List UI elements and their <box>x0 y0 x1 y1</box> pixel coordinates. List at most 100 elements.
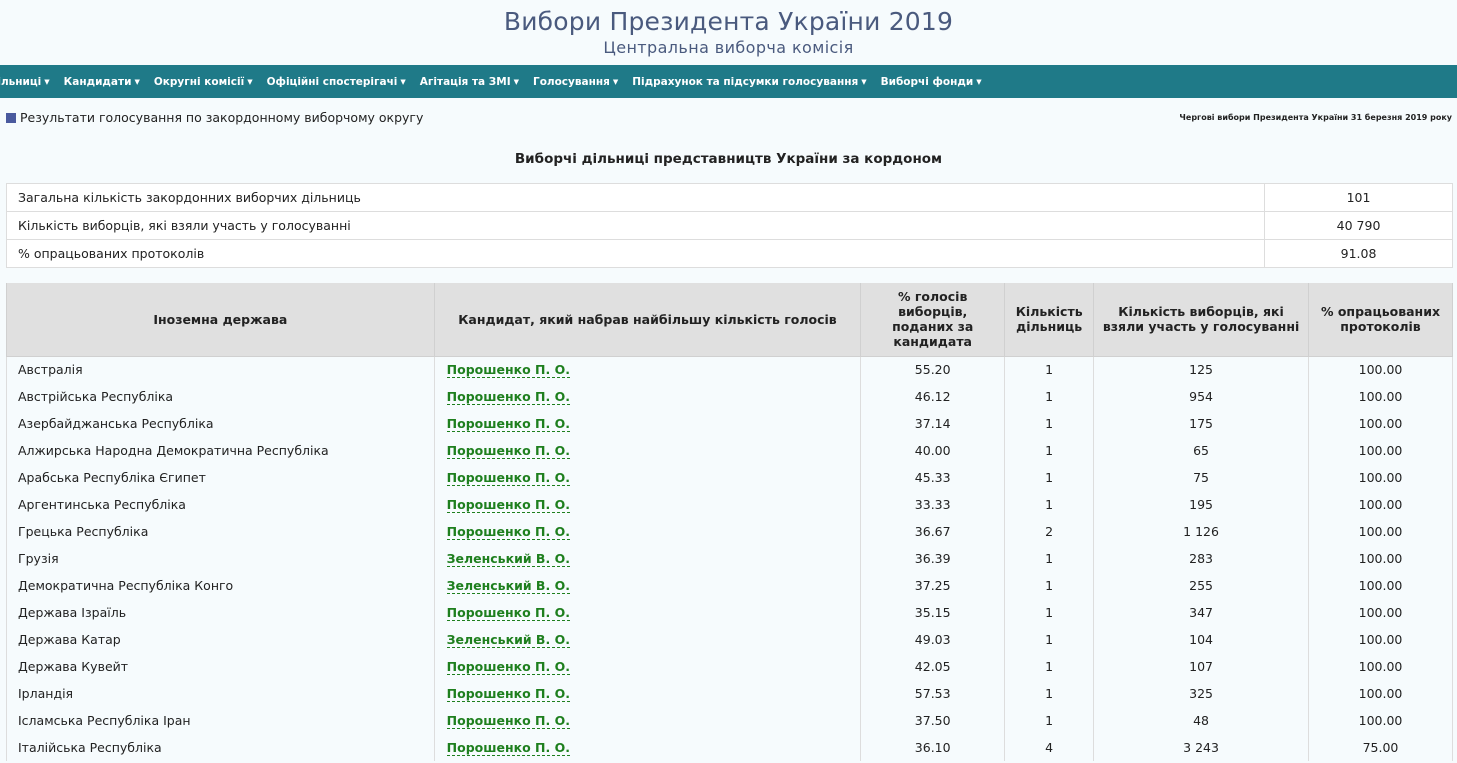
protocols-percent-cell: 100.00 <box>1308 383 1453 410</box>
stations-count-cell: 1 <box>1004 356 1095 383</box>
stations-count-cell: 1 <box>1004 491 1095 518</box>
voters-count-cell: 65 <box>1093 437 1309 464</box>
candidate-link[interactable]: Порошенко П. О. <box>446 389 570 405</box>
candidate-link[interactable]: Порошенко П. О. <box>446 362 570 379</box>
candidate-cell: Порошенко П. О. <box>433 734 862 761</box>
vote-percent-cell: 57.53 <box>860 680 1006 707</box>
candidate-link[interactable]: Порошенко П. О. <box>446 524 570 540</box>
column-header-4: Кількість дільниць <box>1004 283 1095 357</box>
voters-count-cell: 1 126 <box>1093 518 1309 545</box>
candidate-link[interactable]: Порошенко П. О. <box>446 470 570 486</box>
caret-down-icon: ▼ <box>134 77 140 86</box>
column-header-1: Іноземна держава <box>6 283 435 357</box>
summary-value: 40 790 <box>1264 211 1453 240</box>
nav-item-label: Голосування <box>533 75 610 88</box>
table-row: Грузія Зеленський В. О. 36.39 1 283 100.00 <box>6 545 1453 572</box>
square-bullet-icon <box>6 112 16 123</box>
caret-down-icon: ▼ <box>612 77 619 86</box>
table-row: Ісламська Республіка Іран Порошенко П. О.… <box>6 707 1453 734</box>
vote-percent-cell: 33.33 <box>860 491 1006 518</box>
protocols-percent-cell: 100.00 <box>1308 626 1453 653</box>
country-cell: Італійська Республіка <box>6 734 435 761</box>
voters-count-cell: 283 <box>1093 545 1309 572</box>
voters-count-cell: 107 <box>1093 653 1309 680</box>
candidate-link[interactable]: Порошенко П. О. <box>446 686 570 702</box>
candidate-link[interactable]: Порошенко П. О. <box>446 659 570 675</box>
candidate-link[interactable]: Порошенко П. О. <box>446 497 570 513</box>
caret-down-icon: ▼ <box>44 77 50 86</box>
candidate-cell: Зеленський В. О. <box>433 572 862 599</box>
main-navbar: Дільниці▼ Кандидати▼ Округні комісії▼ Офіці… <box>0 65 1457 98</box>
vote-percent-cell: 55.20 <box>860 356 1006 383</box>
nav-item-5[interactable]: Агітація та ЗМІ ▼ <box>420 76 519 88</box>
stations-count-cell: 1 <box>1004 653 1095 680</box>
protocols-percent-cell: 100.00 <box>1308 356 1453 383</box>
candidate-link[interactable]: Порошенко П. О. <box>446 740 570 756</box>
nav-item-6[interactable]: Голосування ▼ <box>533 76 618 88</box>
candidate-link[interactable]: Порошенко П. О. <box>446 605 570 621</box>
page-subtitle: Центральна виборча комісія <box>603 38 854 57</box>
country-cell: Грузія <box>6 545 435 572</box>
nav-item-label: Виборчі фонди <box>880 75 974 88</box>
candidate-link[interactable]: Порошенко П. О. <box>446 443 570 459</box>
candidate-link[interactable]: Зеленський В. О. <box>446 632 570 648</box>
stations-count-cell: 1 <box>1004 410 1095 437</box>
country-cell: Держава Катар <box>6 626 435 653</box>
caret-down-icon: ▼ <box>513 77 519 86</box>
voters-count-cell: 3 243 <box>1093 734 1309 761</box>
candidate-link[interactable]: Зеленський В. О. <box>446 551 570 567</box>
caret-down-icon: ▼ <box>861 77 867 86</box>
summary-label: Кількість виборців, які взяли участь у г… <box>5 211 1266 240</box>
table-header-row: Іноземна держава Кандидат, який набрав на… <box>6 283 1453 357</box>
country-cell: Держава Кувейт <box>6 653 435 680</box>
candidate-cell: Порошенко П. О. <box>433 464 862 491</box>
nav-item-4[interactable]: Офіційні спостерігачі ▼ <box>267 76 406 88</box>
candidate-cell: Порошенко П. О. <box>433 680 862 707</box>
summary-value: 101 <box>1264 183 1453 212</box>
nav-item-1[interactable]: Дільниці▼ <box>0 76 50 88</box>
nav-item-3[interactable]: Округні комісії ▼ <box>154 76 253 88</box>
table-row: Держава Кувейт Порошенко П. О. 42.05 1 107 10… <box>6 653 1453 680</box>
page-header: Вибори Президента України 2019 Центральн… <box>0 0 1457 65</box>
protocols-percent-cell: 100.00 <box>1308 518 1453 545</box>
country-cell: Грецька Республіка <box>6 518 435 545</box>
protocols-percent-cell: 100.00 <box>1308 437 1453 464</box>
voters-count-cell: 75 <box>1093 464 1309 491</box>
table-row: Держава Катар Зеленський В. О. 49.03 1 104 10… <box>6 626 1453 653</box>
table-row: Держава Ізраїль Порошенко П. О. 35.15 1 347 1… <box>6 599 1453 626</box>
summary-row: % опрацьованих протоколів 91.08 <box>5 239 1453 268</box>
vote-percent-cell: 36.67 <box>860 518 1006 545</box>
summary-label: % опрацьованих протоколів <box>5 239 1266 268</box>
caret-down-icon: ▼ <box>400 77 406 86</box>
candidate-link[interactable]: Порошенко П. О. <box>446 416 570 432</box>
breadcrumb-text: Результати голосування по закордонному в… <box>20 110 424 125</box>
candidate-cell: Порошенко П. О. <box>433 518 862 545</box>
section-title: Виборчі дільниці представництв України з… <box>514 151 943 167</box>
protocols-percent-cell: 100.00 <box>1308 545 1453 572</box>
protocols-percent-cell: 100.00 <box>1308 410 1453 437</box>
stations-count-cell: 1 <box>1004 626 1095 653</box>
candidate-cell: Порошенко П. О. <box>433 707 862 734</box>
vote-percent-cell: 42.05 <box>860 653 1006 680</box>
vote-percent-cell: 36.39 <box>860 545 1006 572</box>
election-label: Чергові вибори Президента України 31 бер… <box>1179 113 1452 122</box>
vote-percent-cell: 49.03 <box>860 626 1006 653</box>
protocols-percent-cell: 100.00 <box>1308 491 1453 518</box>
candidate-link[interactable]: Зеленський В. О. <box>446 578 570 594</box>
table-row: Аргентинська Республіка Порошенко П. О. 33… <box>6 491 1453 518</box>
summary-row: Загальна кількість закордонних виборчих … <box>5 183 1453 212</box>
table-row: Алжирська Народна Демократична Республік… <box>6 437 1453 464</box>
nav-item-8[interactable]: Виборчі фонди ▼ <box>881 76 982 88</box>
protocols-percent-cell: 75.00 <box>1308 734 1453 761</box>
table-row: Грецька Республіка Порошенко П. О. 36.67 2 1… <box>6 518 1453 545</box>
country-cell: Азербайджанська Республіка <box>6 410 435 437</box>
nav-item-7[interactable]: Підрахунок та підсумки голосування ▼ <box>632 76 866 88</box>
candidate-cell: Зеленський В. О. <box>433 545 862 572</box>
candidate-link[interactable]: Порошенко П. О. <box>446 713 570 729</box>
voters-count-cell: 954 <box>1093 383 1309 410</box>
vote-percent-cell: 46.12 <box>860 383 1006 410</box>
stations-count-cell: 1 <box>1004 437 1095 464</box>
nav-item-2[interactable]: Кандидати ▼ <box>64 76 140 88</box>
table-row: Ірландія Порошенко П. О. 57.53 1 325 100.00 <box>6 680 1453 707</box>
candidate-cell: Порошенко П. О. <box>433 491 862 518</box>
